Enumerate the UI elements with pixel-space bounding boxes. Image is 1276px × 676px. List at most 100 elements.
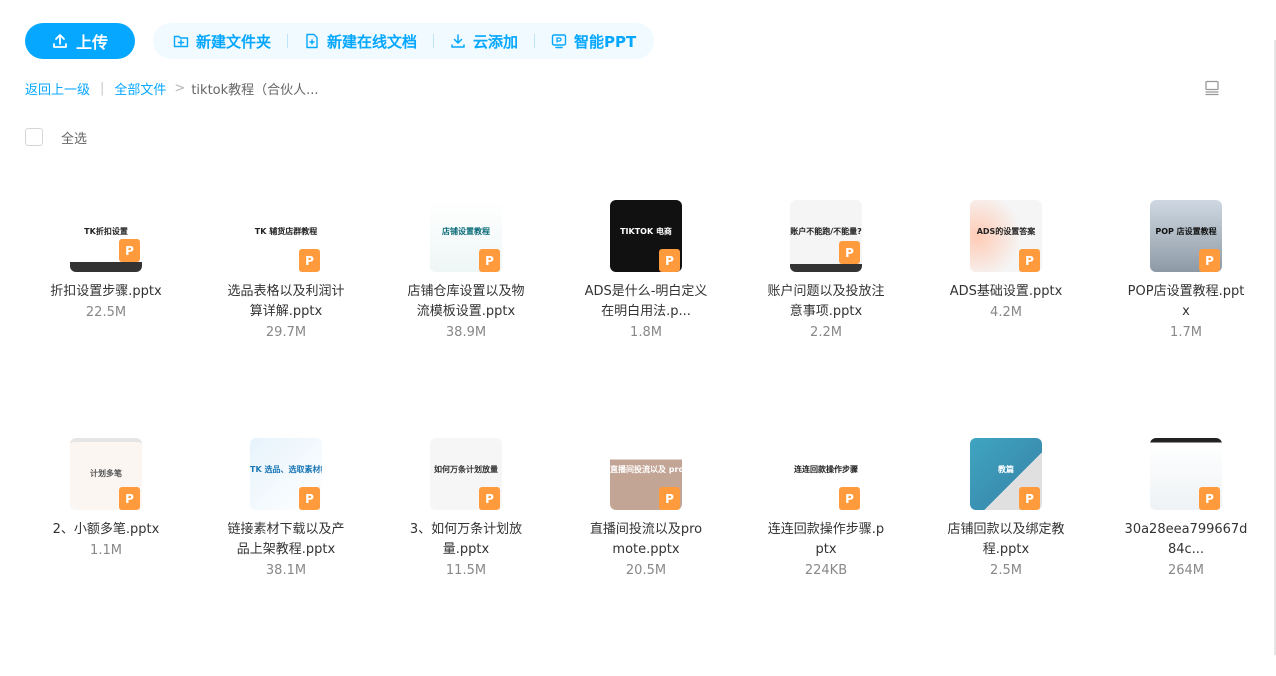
thumbnail-caption: 账户不能跑/不能量? [790,227,862,236]
new-folder-label: 新建文件夹 [196,32,272,51]
file-item[interactable]: 如何万条计划放量 P 3、如何万条计划放量.pptx 11.5M [376,438,556,676]
thumbnail-caption: 计划多笔 [90,469,122,478]
select-all-label: 全选 [61,131,88,147]
toolbar: 上传 新建文件夹 新建在线文档 云添加 智能PPT [25,23,655,59]
ppt-file-icon: P [659,249,680,272]
file-size: 2.2M [810,325,842,340]
thumbnail-caption: TK 辅货店群教程 [254,227,318,236]
ppt-file-icon: P [1019,487,1040,510]
cloud-add-label: 云添加 [473,32,519,51]
breadcrumb: 返回上一级 | 全部文件 > tiktok教程（合伙人... [25,79,319,98]
ppt-file-icon: P [119,487,140,510]
new-online-doc-label: 新建在线文档 [327,32,418,51]
file-name: 30a28eea799667d84c... [1124,522,1248,557]
file-item[interactable]: ADS的设置答案 P ADS基础设置.pptx 4.2M [916,200,1096,438]
ppt-file-icon: P [479,487,500,510]
file-thumbnail: TK 辅货店群教程 P [250,200,322,272]
file-item[interactable]: 店铺设置教程 P 店铺仓库设置以及物流模板设置.pptx 38.9M [376,200,556,438]
file-size: 11.5M [445,563,487,578]
ppt-file-icon: P [119,239,140,262]
file-name: 2、小额多笔.pptx [52,522,160,537]
file-name: 链接素材下载以及产品上架教程.pptx [227,522,345,557]
breadcrumb-divider: | [100,80,105,96]
toolbar-divider [287,34,289,48]
thumbnail-caption: 直播间投流以及 promote [610,465,682,474]
file-size: 22.5M [85,305,127,320]
file-size: 1.8M [630,325,662,340]
file-name: 账户问题以及投放注意事项.pptx [767,284,885,319]
thumbnail-caption: TIKTOK 电商 [620,227,672,236]
file-thumbnail: TK折扣设置 P [70,200,142,272]
back-link[interactable]: 返回上一级 [25,79,90,98]
view-mode-toggle[interactable] [1203,79,1221,97]
file-name: 3、如何万条计划放量.pptx [409,522,523,557]
smart-ppt-label: 智能PPT [574,32,637,51]
file-thumbnail: 店铺设置教程 P [430,200,502,272]
thumbnail-caption: 如何万条计划放量 [434,465,498,474]
file-grid: TK折扣设置 P 折扣设置步骤.pptx 22.5M TK 辅货店群教程 P 选品表格以及利… [16,200,1276,676]
file-item[interactable]: 教篇 P 店铺回款以及绑定教程.pptx 2.5M [916,438,1096,676]
file-item[interactable]: TK 辅货店群教程 P 选品表格以及利润计算详解.pptx 29.7M [196,200,376,438]
chevron-right-icon: > [174,80,186,96]
file-size: 38.9M [445,325,487,340]
smart-ppt-button[interactable]: 智能PPT [547,31,640,52]
ppt-file-icon: P [299,487,320,510]
file-size: 4.2M [990,305,1022,320]
file-item[interactable]: 账户不能跑/不能量? P 账户问题以及投放注意事项.pptx 2.2M [736,200,916,438]
ppt-file-icon: P [839,487,860,510]
file-item[interactable]: TK 选品、选取素材教程 P 链接素材下载以及产品上架教程.pptx 38.1M [196,438,376,676]
all-files-link[interactable]: 全部文件 [114,79,166,98]
thumbnail-caption: 教篇 [998,465,1014,474]
smart-ppt-icon [551,34,567,49]
ppt-file-icon: P [1199,487,1220,510]
list-view-icon [1205,80,1219,96]
new-online-doc-button[interactable]: 新建在线文档 [300,31,421,52]
file-thumbnail: 计划多笔 P [70,438,142,510]
file-thumbnail: TK 选品、选取素材教程 P [250,438,322,510]
ppt-file-icon: P [479,249,500,272]
cloud-add-button[interactable]: 云添加 [446,31,522,52]
file-item[interactable]: POP 店设置教程 P POP店设置教程.pptx 1.7M [1096,200,1276,438]
file-item[interactable]: TK折扣设置 P 折扣设置步骤.pptx 22.5M [16,200,196,438]
file-size: 1.7M [1170,325,1202,340]
download-icon [451,34,465,48]
new-folder-button[interactable]: 新建文件夹 [169,31,275,52]
current-folder: tiktok教程（合伙人... [191,82,319,98]
ppt-file-icon: P [1199,249,1220,272]
upload-button[interactable]: 上传 [25,23,135,59]
file-thumbnail: 如何万条计划放量 P [430,438,502,510]
file-name: ADS是什么-明白定义在明白用法.p... [584,284,708,319]
file-size: 20.5M [625,563,667,578]
file-size: 2.5M [990,563,1022,578]
file-thumbnail: 直播间投流以及 promote P [610,438,682,510]
file-name: 店铺仓库设置以及物流模板设置.pptx [407,284,525,319]
file-size: 224KB [804,563,848,578]
file-item[interactable]: 直播间投流以及 promote P 直播间投流以及promote.pptx 20.5M [556,438,736,676]
thumbnail-caption: 连连回款操作步骤 [794,465,858,474]
thumbnail-caption: POP 店设置教程 [1155,227,1217,236]
thumbnail-caption: TK折扣设置 [84,227,128,236]
file-name: 店铺回款以及绑定教程.pptx [947,522,1065,557]
select-all: 全选 [25,128,88,147]
upload-icon [53,34,67,48]
ppt-file-icon: P [1019,249,1040,272]
file-item[interactable]: P 30a28eea799667d84c... 264M [1096,438,1276,676]
file-name: ADS基础设置.pptx [949,284,1063,299]
select-all-checkbox[interactable] [25,128,43,146]
ppt-file-icon: P [839,241,860,264]
file-item[interactable]: 连连回款操作步骤 P 连连回款操作步骤.pptx 224KB [736,438,916,676]
ppt-file-icon: P [659,487,680,510]
file-thumbnail: 账户不能跑/不能量? P [790,200,862,272]
toolbar-divider [534,34,536,48]
thumbnail-caption: TK 选品、选取素材教程 [250,465,322,474]
file-item[interactable]: 计划多笔 P 2、小额多笔.pptx 1.1M [16,438,196,676]
new-folder-icon [173,35,189,48]
file-name: 连连回款操作步骤.pptx [767,522,885,557]
tool-group: 新建文件夹 新建在线文档 云添加 智能PPT [153,23,655,59]
file-size: 29.7M [265,325,307,340]
file-name: 直播间投流以及promote.pptx [589,522,703,557]
thumbnail-caption: 店铺设置教程 [442,227,490,236]
file-size: 264M [1167,563,1205,578]
file-thumbnail: TIKTOK 电商 P [610,200,682,272]
file-item[interactable]: TIKTOK 电商 P ADS是什么-明白定义在明白用法.p... 1.8M [556,200,736,438]
